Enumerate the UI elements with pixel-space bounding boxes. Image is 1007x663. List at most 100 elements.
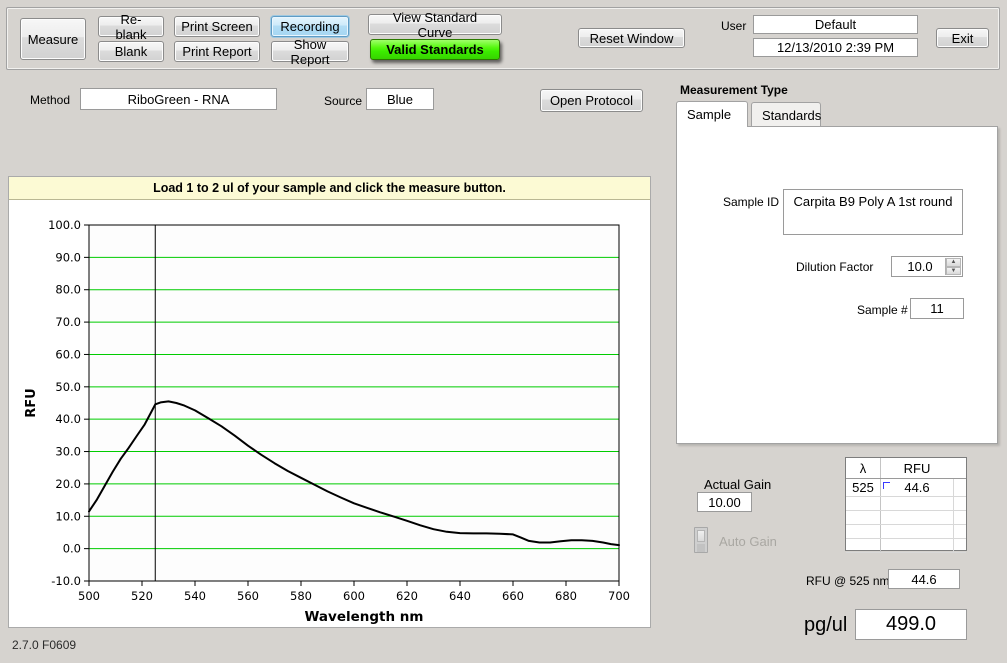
toolbar-groupbox: Measure Re-blank Blank Print Screen Prin… [6,7,1000,70]
svg-text:660: 660 [502,589,524,603]
concentration-unit-label: pg/ul [804,614,847,637]
svg-text:70.0: 70.0 [55,315,81,329]
method-label: Method [30,93,70,107]
svg-text:50.0: 50.0 [55,380,81,394]
user-value-field[interactable]: Default [753,15,918,34]
auto-gain-toggle-base [697,544,705,552]
svg-text:20.0: 20.0 [55,477,81,491]
measurement-type-title: Measurement Type [680,83,788,97]
cell-spacer [954,539,966,552]
cell-spacer [954,497,966,510]
instruction-banner: Load 1 to 2 ul of your sample and click … [9,177,650,200]
valid-standards-button[interactable]: Valid Standards [370,39,500,60]
svg-text:60.0: 60.0 [55,347,81,361]
instruction-banner-text: Load 1 to 2 ul of your sample and click … [153,181,506,195]
wavelength-rfu-table[interactable]: λ RFU 525 44.6 [845,457,967,551]
table-row[interactable]: 525 44.6 [846,479,966,497]
svg-text:540: 540 [184,589,206,603]
svg-text:10.0: 10.0 [55,509,81,523]
tab-standards[interactable]: Standards [751,102,821,127]
cell-rfu [881,511,954,524]
svg-text:90.0: 90.0 [55,250,81,264]
x-axis-title: Wavelength nm [305,609,424,625]
cell-lambda [846,511,881,524]
spin-down-icon[interactable]: ▼ [946,267,961,276]
cell-selection-marker [883,482,890,489]
table-header-lambda: λ [846,458,881,478]
sample-id-value: Carpita B9 Poly A 1st round [794,194,953,209]
svg-text:520: 520 [131,589,153,603]
actual-gain-field: 10.00 [697,492,752,512]
y-axis-title: RFU [24,388,39,417]
svg-text:600: 600 [343,589,365,603]
measure-button[interactable]: Measure [20,18,86,60]
svg-text:-10.0: -10.0 [51,574,81,588]
cell-rfu [881,497,954,510]
svg-text:620: 620 [396,589,418,603]
cell-rfu: 44.6 [881,479,954,496]
recording-button[interactable]: Recording [271,16,349,37]
rfu-at-wavelength-field: 44.6 [888,569,960,589]
print-screen-button[interactable]: Print Screen [174,16,260,37]
version-text: 2.7.0 F0609 [12,638,76,652]
reset-window-button[interactable]: Reset Window [578,28,685,48]
cell-lambda [846,497,881,510]
table-header-spacer [953,458,966,478]
actual-gain-label: Actual Gain [704,477,771,492]
table-row[interactable] [846,497,966,511]
table-header-row: λ RFU [846,458,966,479]
print-report-button[interactable]: Print Report [174,41,260,62]
table-row[interactable] [846,511,966,525]
svg-text:640: 640 [449,589,471,603]
dilution-spinner[interactable]: ▲ ▼ [945,258,961,275]
chart-container: Load 1 to 2 ul of your sample and click … [8,176,651,628]
cell-lambda: 525 [846,479,881,496]
cell-lambda [846,539,881,552]
sample-tab-panel: Sample ID Carpita B9 Poly A 1st round Di… [676,126,998,444]
tab-standards-label: Standards [762,108,821,123]
sample-id-label: Sample ID [723,195,779,209]
cell-rfu [881,539,954,552]
dilution-factor-label: Dilution Factor [796,260,873,274]
open-protocol-button[interactable]: Open Protocol [540,89,643,112]
auto-gain-toggle-knob [697,530,705,542]
datetime-field: 12/13/2010 2:39 PM [753,38,918,57]
svg-text:680: 680 [555,589,577,603]
sample-id-field[interactable]: Carpita B9 Poly A 1st round [783,189,963,235]
svg-text:580: 580 [290,589,312,603]
sample-number-label: Sample # [857,303,908,317]
spin-up-icon[interactable]: ▲ [946,258,961,267]
svg-text:40.0: 40.0 [55,412,81,426]
dilution-factor-value: 10.0 [907,259,932,274]
tab-sample[interactable]: Sample [676,101,748,127]
tab-sample-label: Sample [687,107,731,122]
svg-text:100.0: 100.0 [48,218,81,232]
method-field[interactable]: RiboGreen - RNA [80,88,277,110]
concentration-field: 499.0 [855,609,967,640]
svg-text:0.0: 0.0 [63,542,81,556]
svg-text:700: 700 [608,589,630,603]
cell-rfu [881,525,954,538]
cell-lambda [846,525,881,538]
auto-gain-toggle[interactable] [694,527,708,553]
source-field[interactable]: Blue [366,88,434,110]
cell-spacer [954,525,966,538]
show-report-button[interactable]: Show Report [271,41,349,62]
table-row[interactable] [846,539,966,553]
user-label: User [721,19,746,33]
svg-text:500: 500 [78,589,100,603]
svg-text:30.0: 30.0 [55,445,81,459]
table-row[interactable] [846,525,966,539]
dilution-factor-stepper[interactable]: 10.0 ▲ ▼ [891,256,963,277]
spectrum-chart[interactable]: -10.00.010.020.030.040.050.060.070.080.0… [9,199,650,627]
svg-text:560: 560 [237,589,259,603]
blank-button[interactable]: Blank [98,41,164,62]
cell-spacer [954,511,966,524]
auto-gain-label: Auto Gain [719,534,777,549]
exit-button[interactable]: Exit [936,28,989,48]
table-header-rfu: RFU [881,458,953,478]
reblank-button[interactable]: Re-blank [98,16,164,37]
source-label: Source [324,94,362,108]
view-standard-curve-button[interactable]: View Standard Curve [368,14,502,35]
sample-number-field[interactable]: 11 [910,298,964,319]
